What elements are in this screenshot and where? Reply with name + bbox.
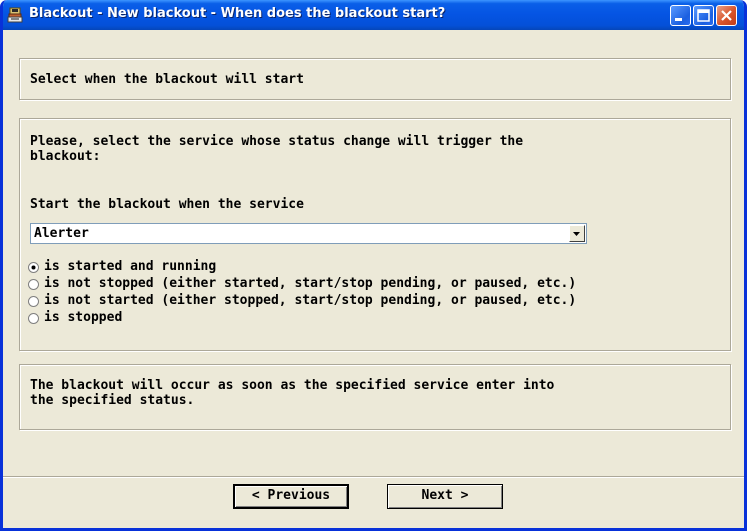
radio-label[interactable]: is started and running xyxy=(44,259,216,275)
start-label: Start the blackout when the service xyxy=(30,197,304,212)
maximize-button[interactable] xyxy=(693,5,714,26)
title-bar[interactable]: Blackout - New blackout - When does the … xyxy=(3,0,744,30)
service-select-dropdown-button[interactable] xyxy=(569,225,585,242)
previous-button[interactable]: < Previous xyxy=(233,484,349,509)
radio-button-checked[interactable] xyxy=(28,262,39,273)
close-icon xyxy=(721,10,732,21)
radio-label[interactable]: is not stopped (either started, start/st… xyxy=(44,276,576,292)
service-select[interactable]: Alerter xyxy=(30,223,587,244)
instruction-text-line1: Please, select the service whose status … xyxy=(30,134,524,149)
info-panel: The blackout will occur as soon as the s… xyxy=(19,364,731,430)
instruction-text-line2: blackout: xyxy=(30,149,101,164)
wizard-window: Blackout - New blackout - When does the … xyxy=(0,0,747,531)
maximize-icon xyxy=(697,9,710,22)
header-panel: Select when the blackout will start xyxy=(19,58,731,100)
blackout-app-icon xyxy=(7,7,23,23)
close-button[interactable] xyxy=(716,5,737,26)
radio-button[interactable] xyxy=(28,313,39,324)
radio-button[interactable] xyxy=(28,296,39,307)
chevron-down-icon xyxy=(573,232,580,236)
header-text: Select when the blackout will start xyxy=(30,72,304,87)
info-text-line2: the specified status. xyxy=(30,393,195,408)
service-panel: Please, select the service whose status … xyxy=(19,118,731,351)
footer-divider xyxy=(3,476,744,478)
radio-button[interactable] xyxy=(28,279,39,290)
minimize-icon xyxy=(675,18,682,21)
service-select-value: Alerter xyxy=(34,226,89,241)
window-title: Blackout - New blackout - When does the … xyxy=(29,6,446,21)
next-button[interactable]: Next > xyxy=(387,484,503,509)
minimize-button[interactable] xyxy=(670,5,691,26)
radio-label[interactable]: is not started (either stopped, start/st… xyxy=(44,293,576,309)
radio-label[interactable]: is stopped xyxy=(44,310,122,326)
info-text-line1: The blackout will occur as soon as the s… xyxy=(30,378,555,393)
